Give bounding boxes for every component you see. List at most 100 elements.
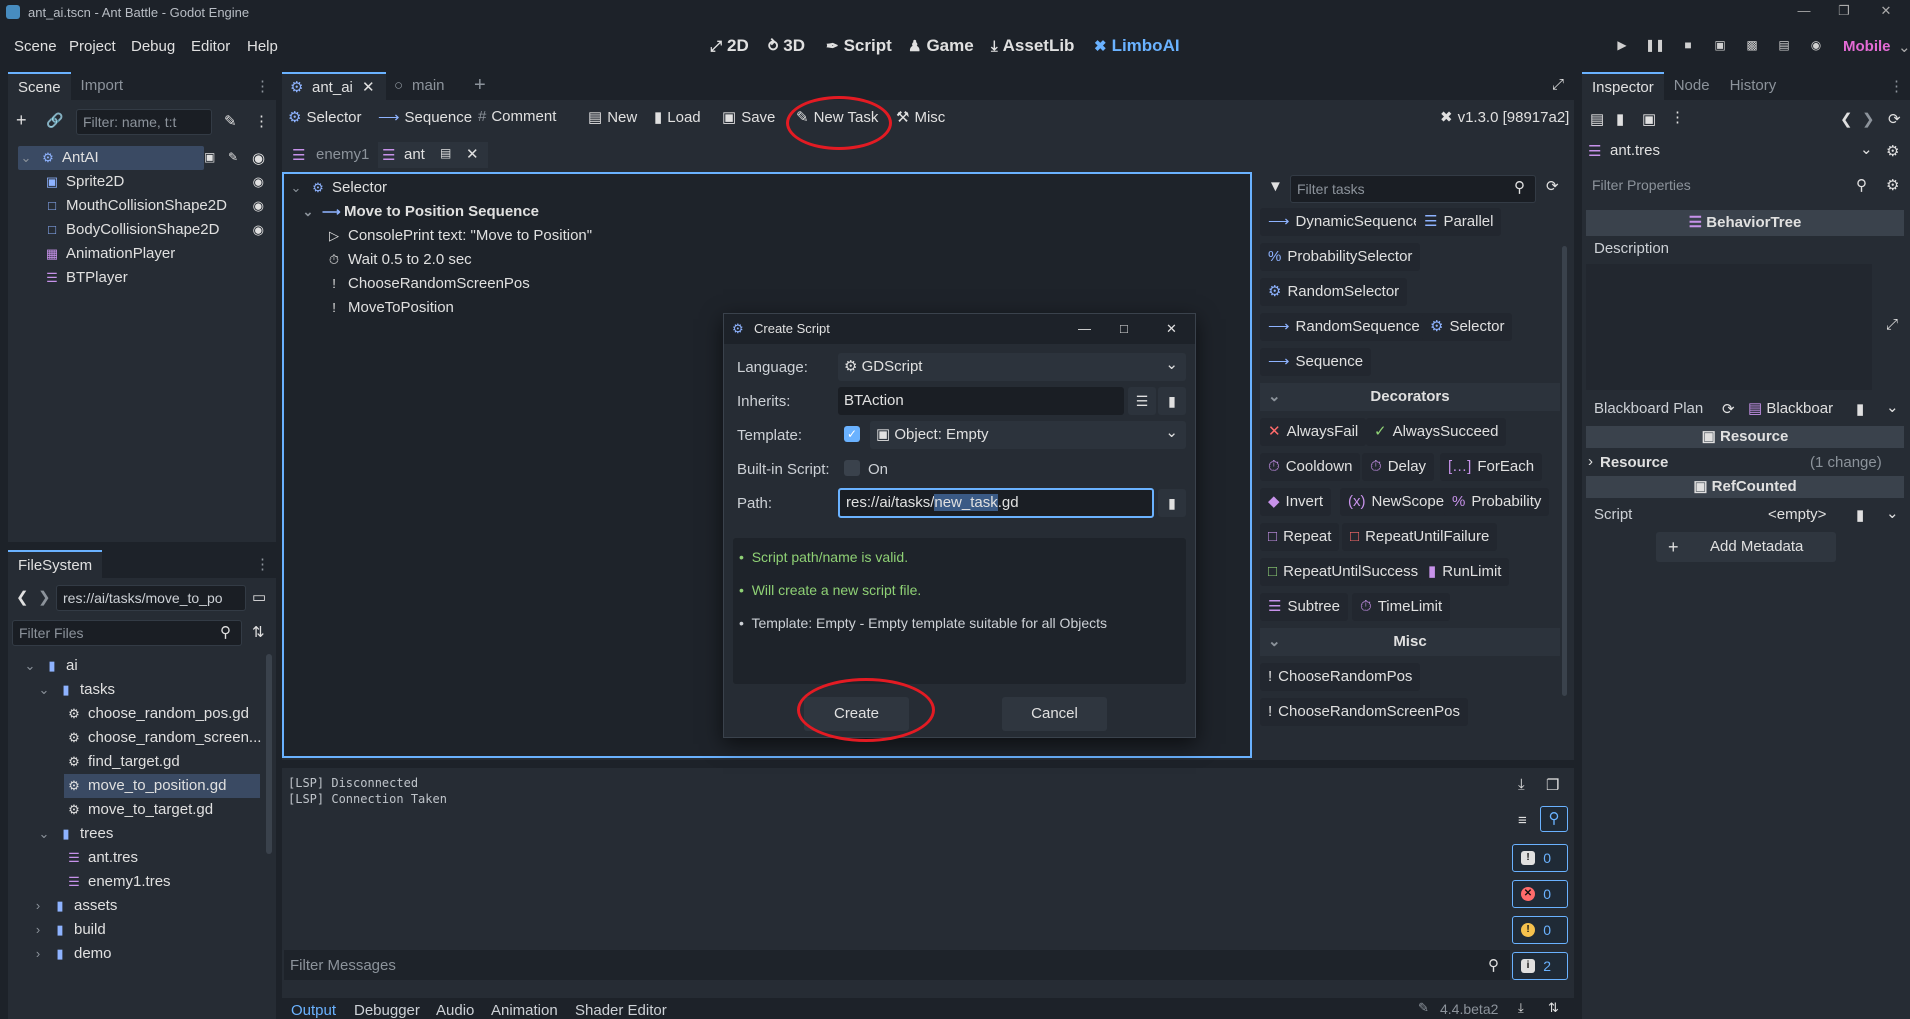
tab-shader-editor[interactable]: Shader Editor <box>575 1002 667 1019</box>
forward-icon[interactable]: ❯ <box>38 588 51 606</box>
filter-tasks-input[interactable]: Filter tasks <box>1290 175 1536 203</box>
chevron-down-icon[interactable]: ⌄ <box>1886 504 1899 522</box>
blackboard-plan-value[interactable]: ▤ Blackboar <box>1748 396 1848 422</box>
folder-ai[interactable]: ⌄ ▮ ai <box>22 654 78 678</box>
visibility-eye-icon[interactable]: ◉ <box>253 170 264 194</box>
property-tools-icon[interactable]: ⚙ <box>1886 176 1899 194</box>
file-find-target[interactable]: ⚙ find_target.gd <box>66 750 180 774</box>
dock-menu-icon[interactable]: ⋮ <box>255 77 270 95</box>
task-newscope[interactable]: (x) NewScope <box>1340 488 1453 516</box>
file-move-to-target[interactable]: ⚙ move_to_target.gd <box>66 798 213 822</box>
file-choose-random-screen[interactable]: ⚙ choose_random_screen... <box>66 726 261 750</box>
close-window-button[interactable]: ✕ <box>1870 0 1902 24</box>
inherits-input[interactable]: BTAction <box>838 387 1124 415</box>
add-tab-icon[interactable]: + <box>474 74 486 97</box>
filter-icon[interactable]: ▼ <box>1268 178 1283 195</box>
class-tree-icon[interactable]: ☰ <box>1128 387 1156 415</box>
path-input[interactable]: res://ai/tasks/new_task.gd <box>838 488 1154 518</box>
task-alwayssucceed[interactable]: ✓ AlwaysSucceed <box>1366 418 1507 446</box>
task-chooserandompos[interactable]: ! ChooseRandomPos <box>1260 663 1421 691</box>
bt-node-sequence[interactable]: ⌄ ⟶ Move to Position Sequence <box>300 200 539 224</box>
scene-node-antai[interactable]: ⌄ ⚙ AntAI <box>18 146 204 170</box>
remote-debug-icon[interactable]: ▣ <box>1710 38 1730 58</box>
back-icon[interactable]: ❮ <box>16 588 29 606</box>
task-selector[interactable]: ⚙ Selector <box>1422 313 1513 341</box>
folder-icon[interactable]: ▮ <box>1856 506 1864 524</box>
run-scene-icon[interactable]: ▩ <box>1742 38 1762 58</box>
comment-button[interactable]: # Comment <box>478 108 556 125</box>
bt-node-consoleprint[interactable]: ▷ ConsolePrint text: "Move to Position" <box>326 224 592 248</box>
file-ant-tres[interactable]: ☰ ant.tres <box>66 846 138 870</box>
tab-output[interactable]: Output <box>291 1002 336 1019</box>
task-timelimit[interactable]: ⏱ TimeLimit <box>1352 593 1451 621</box>
menu-editor[interactable]: Editor <box>191 38 230 55</box>
folder-icon[interactable]: ▮ <box>1158 489 1186 517</box>
workspace-limboai[interactable]: ✖ LimboAI <box>1094 36 1180 56</box>
misc-button[interactable]: ⚒ Misc <box>896 108 945 127</box>
history-forward-icon[interactable]: ❯ <box>1862 110 1875 128</box>
filter-properties-input[interactable]: Filter Properties <box>1586 172 1874 200</box>
menu-help[interactable]: Help <box>247 38 278 55</box>
filesystem-path-input[interactable]: res://ai/tasks/move_to_po <box>56 585 246 611</box>
tab-import[interactable]: Import <box>71 72 134 100</box>
scene-node-sprite2d[interactable]: ▣ Sprite2D ◉ <box>44 170 264 194</box>
bt-tab-ant[interactable]: ☰ ant ▤ ✕ <box>378 142 488 168</box>
folder-assets[interactable]: › ▮ assets <box>30 894 118 918</box>
tab-debugger[interactable]: Debugger <box>354 1002 420 1019</box>
open-resource-icon[interactable]: ▮ <box>1616 110 1624 128</box>
template-select[interactable]: ▣ Object: Empty ⌄ <box>870 421 1186 449</box>
task-alwaysfail[interactable]: ✕ AlwaysFail <box>1260 418 1367 446</box>
tab-filesystem[interactable]: FileSystem <box>8 550 103 578</box>
language-select[interactable]: ⚙ GDScript ⌄ <box>838 353 1186 381</box>
node-script-icon[interactable]: ✎ <box>228 150 238 164</box>
task-repeatuntilfailure[interactable]: □ RepeatUntilFailure <box>1342 523 1498 551</box>
section-misc[interactable]: ⌄ Misc <box>1260 628 1560 656</box>
split-view-icon[interactable]: ▭ <box>252 588 266 606</box>
description-textarea[interactable] <box>1586 264 1872 390</box>
filter-messages-input[interactable]: Filter Messages ⚲ <box>284 950 1510 980</box>
folder-build[interactable]: › ▮ build <box>30 918 106 942</box>
add-node-icon[interactable]: + <box>16 110 27 131</box>
dock-menu-icon[interactable]: ⋮ <box>255 555 270 573</box>
reset-icon[interactable]: ⟳ <box>1722 400 1735 418</box>
errors-count-button[interactable]: ✕ 0 <box>1512 880 1568 908</box>
selector-button[interactable]: ⚙ Selector <box>288 108 361 127</box>
editor-messages-count-button[interactable]: i2 <box>1512 952 1568 980</box>
node-group-icon[interactable]: ▣ <box>204 150 215 164</box>
task-cooldown[interactable]: ⏱ Cooldown <box>1260 453 1361 481</box>
distraction-free-icon[interactable]: ⤢ <box>1552 76 1564 93</box>
tab-inspector[interactable]: Inspector <box>1582 72 1664 100</box>
resource-subsection[interactable]: › Resource (1 change) <box>1586 452 1904 474</box>
load-button[interactable]: ▮ Load <box>654 108 701 127</box>
task-chooserandomscreenpos[interactable]: ! ChooseRandomScreenPos <box>1260 698 1468 726</box>
tab-main[interactable]: ○ main <box>394 72 474 100</box>
task-randomsequence[interactable]: ⟶ RandomSequence <box>1260 313 1428 341</box>
template-checkbox[interactable]: ✓ <box>844 426 860 442</box>
task-probabilityselector[interactable]: % ProbabilitySelector <box>1260 243 1421 271</box>
task-palette-scrollbar[interactable] <box>1562 246 1567 696</box>
task-invert[interactable]: ◆ Invert <box>1260 488 1332 516</box>
menu-project[interactable]: Project <box>69 38 116 55</box>
refresh-icon[interactable]: ⟳ <box>1546 177 1559 195</box>
run-custom-icon[interactable]: ▤ <box>1774 38 1794 58</box>
warnings-count-button[interactable]: ! 0 <box>1512 916 1568 944</box>
close-tab-icon[interactable]: ✕ <box>466 145 479 163</box>
chevron-down-icon[interactable]: ⌄ <box>1886 398 1899 416</box>
tab-ant-ai[interactable]: ⚙ ant_ai ✕ <box>282 72 386 100</box>
scene-more-icon[interactable]: ⋮ <box>254 112 269 130</box>
add-metadata-button[interactable]: + Add Metadata <box>1656 532 1836 562</box>
close-icon[interactable]: ✕ <box>1166 314 1177 344</box>
scene-node-animationplayer[interactable]: ▦ AnimationPlayer <box>44 242 264 266</box>
workspace-2d[interactable]: ⤢ 2D <box>710 36 749 56</box>
history-back-icon[interactable]: ❮ <box>1840 110 1853 128</box>
expand-icon[interactable]: ⤢ <box>1886 316 1898 333</box>
file-choose-random-pos[interactable]: ⚙ choose_random_pos.gd <box>66 702 249 726</box>
renderer-select[interactable]: Mobile <box>1843 38 1891 55</box>
task-foreach[interactable]: […] ForEach <box>1440 453 1543 481</box>
workspace-assetlib[interactable]: ⤓ AssetLib <box>991 36 1074 56</box>
folder-trees[interactable]: ⌄ ▮ trees <box>36 822 114 846</box>
workspace-script[interactable]: ✒ Script <box>826 36 892 56</box>
task-repeat[interactable]: □ Repeat <box>1260 523 1340 551</box>
clear-output-icon[interactable]: ⤓ <box>1518 776 1525 793</box>
task-subtree[interactable]: ☰ Subtree <box>1260 593 1348 621</box>
